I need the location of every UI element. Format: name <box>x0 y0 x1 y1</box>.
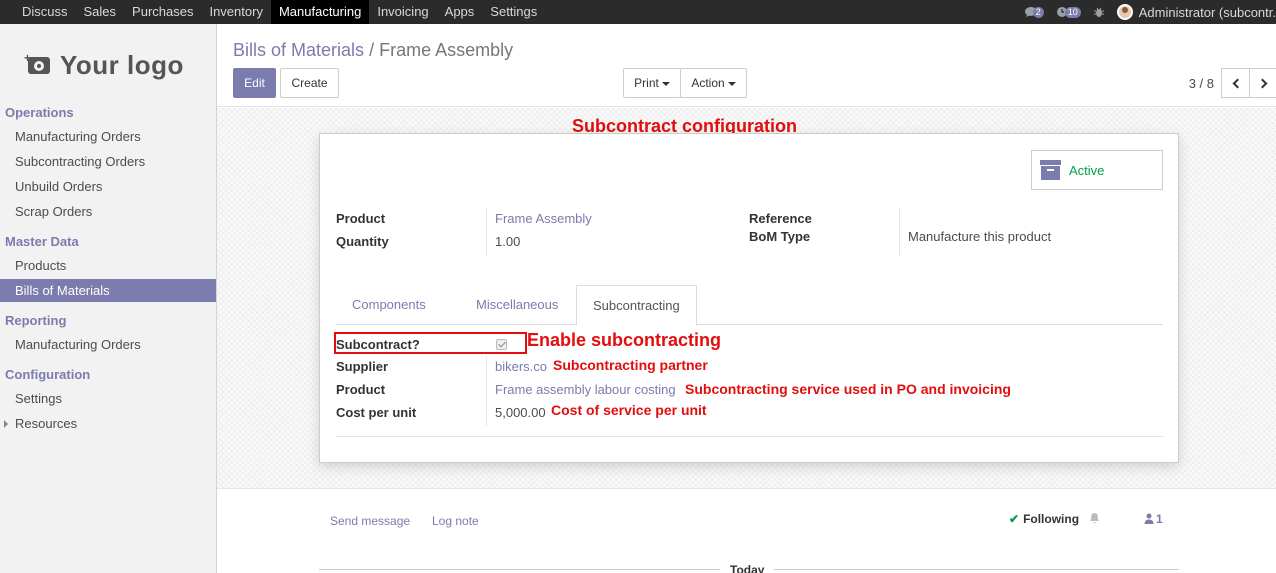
bom-type-field[interactable]: Manufacture this product <box>908 229 1051 244</box>
tab-subcontracting[interactable]: Subcontracting <box>576 285 697 326</box>
sidebar-item-settings[interactable]: Settings <box>0 387 216 410</box>
service-product-field[interactable]: Frame assembly labour costing <box>495 382 676 397</box>
sidebar-heading-master-data[interactable]: Master Data <box>5 234 79 249</box>
action-label: Action <box>691 76 725 90</box>
bug-icon <box>1093 7 1104 17</box>
main-menu: Discuss Sales Purchases Inventory Manufa… <box>0 0 545 24</box>
chatter-divider <box>217 488 1276 489</box>
activity-icon[interactable]: 10 <box>1056 6 1081 18</box>
sidebar-item-scrap-orders[interactable]: Scrap Orders <box>0 200 216 223</box>
sidebar-item-subcontracting-orders[interactable]: Subcontracting Orders <box>0 150 216 173</box>
sidebar-item-label: Resources <box>15 416 78 431</box>
divider <box>336 436 1163 437</box>
sidebar-heading-configuration[interactable]: Configuration <box>5 367 90 382</box>
bell-shape-icon <box>1090 513 1099 524</box>
breadcrumb-separator: / <box>369 40 375 60</box>
quantity-label: Quantity <box>336 234 389 249</box>
sidebar: + Your logo Operations Manufacturing Ord… <box>0 24 217 573</box>
field-divider <box>486 356 487 426</box>
notebook-tabs: Components Miscellaneous Subcontracting <box>336 285 1163 326</box>
systray: 2 10 Administrator (subcontr. <box>1024 0 1276 24</box>
sidebar-item-unbuild-orders[interactable]: Unbuild Orders <box>0 175 216 198</box>
menu-sales[interactable]: Sales <box>76 0 125 24</box>
send-message-button[interactable]: Send message <box>330 514 410 528</box>
form-sheet: Active Product Frame Assembly Quantity 1… <box>319 133 1179 463</box>
edit-button[interactable]: Edit <box>233 68 276 98</box>
field-divider <box>899 208 900 256</box>
status-label: Active <box>1069 162 1105 178</box>
sidebar-item-bills-of-materials[interactable]: Bills of Materials <box>0 279 216 302</box>
top-navbar: Discuss Sales Purchases Inventory Manufa… <box>0 0 1276 24</box>
user-menu[interactable]: Administrator (subcontr. <box>1116 4 1276 20</box>
menu-inventory[interactable]: Inventory <box>201 0 270 24</box>
product-field[interactable]: Frame Assembly <box>495 211 592 226</box>
pager-value[interactable]: 3 / 8 <box>1189 76 1214 91</box>
create-button[interactable]: Create <box>280 68 339 98</box>
chevron-down-icon <box>727 81 736 86</box>
print-dropdown[interactable]: Print <box>623 68 681 98</box>
supplier-label: Supplier <box>336 359 389 374</box>
annotation-enable: Enable subcontracting <box>527 330 722 350</box>
company-logo[interactable]: + Your logo <box>24 50 184 81</box>
annotation-service: Subcontracting service used in PO and in… <box>685 381 1011 397</box>
supplier-field[interactable]: bikers.co <box>495 359 547 374</box>
sidebar-item-reporting-manufacturing-orders[interactable]: Manufacturing Orders <box>0 333 216 356</box>
user-name: Administrator (subcontr. <box>1138 4 1276 20</box>
bell-icon[interactable] <box>1089 512 1100 527</box>
annotation-partner: Subcontracting partner <box>553 357 708 373</box>
sidebar-item-resources[interactable]: Resources <box>0 412 216 435</box>
reference-label: Reference <box>749 211 812 226</box>
sidebar-heading-reporting[interactable]: Reporting <box>5 313 66 328</box>
menu-purchases[interactable]: Purchases <box>124 0 201 24</box>
tab-miscellaneous[interactable]: Miscellaneous <box>460 285 574 325</box>
sidebar-item-manufacturing-orders[interactable]: Manufacturing Orders <box>0 125 216 148</box>
annotation-cost: Cost of service per unit <box>551 402 707 418</box>
chevron-left-icon <box>1232 78 1242 88</box>
sidebar-item-products[interactable]: Products <box>0 254 216 277</box>
date-separator-today: Today <box>720 563 775 573</box>
menu-manufacturing[interactable]: Manufacturing <box>270 0 370 24</box>
bom-type-label: BoM Type <box>749 229 811 244</box>
field-divider <box>486 208 487 256</box>
menu-invoicing[interactable]: Invoicing <box>369 0 436 24</box>
cost-label: Cost per unit <box>336 405 417 420</box>
check-icon: ✔ <box>1009 512 1020 526</box>
archive-icon <box>1040 160 1061 180</box>
product-label: Product <box>336 211 386 226</box>
caret-right-icon <box>4 420 8 428</box>
log-note-button[interactable]: Log note <box>432 514 479 528</box>
followers-count: 1 <box>1156 512 1163 526</box>
chat-badge: 2 <box>1032 6 1044 18</box>
breadcrumb-parent[interactable]: Bills of Materials <box>233 40 364 60</box>
followers-button[interactable]: 1 <box>1144 512 1163 526</box>
active-toggle-button[interactable]: Active <box>1031 150 1163 190</box>
avatar <box>1116 4 1133 20</box>
user-icon <box>1144 513 1154 524</box>
quantity-field[interactable]: 1.00 <box>495 234 520 249</box>
tab-components[interactable]: Components <box>336 285 442 325</box>
logo-text: Your logo <box>60 50 184 80</box>
chevron-right-icon <box>1257 78 1267 88</box>
camera-icon: + <box>24 51 50 74</box>
pager-previous-button[interactable] <box>1221 68 1250 98</box>
print-label: Print <box>634 76 659 90</box>
sidebar-heading-operations[interactable]: Operations <box>5 105 74 120</box>
subcontract-checkbox[interactable] <box>496 339 507 350</box>
menu-settings[interactable]: Settings <box>482 0 545 24</box>
action-dropdown[interactable]: Action <box>680 68 747 98</box>
breadcrumb-current: Frame Assembly <box>379 40 514 60</box>
debug-bug-icon[interactable] <box>1093 6 1105 18</box>
chevron-down-icon <box>661 81 670 86</box>
control-panel: Bills of Materials / Frame Assembly Edit… <box>217 24 1276 107</box>
menu-apps[interactable]: Apps <box>437 0 483 24</box>
service-product-label: Product <box>336 382 386 397</box>
cost-field[interactable]: 5,000.00 <box>495 405 546 420</box>
menu-discuss[interactable]: Discuss <box>0 0 76 24</box>
following-button[interactable]: ✔ Following <box>1009 512 1079 526</box>
chat-icon[interactable]: 2 <box>1024 6 1044 18</box>
activity-badge: 10 <box>1064 6 1081 18</box>
following-label: Following <box>1023 512 1080 526</box>
pager-next-button[interactable] <box>1249 68 1276 98</box>
breadcrumb: Bills of Materials / Frame Assembly <box>233 40 513 61</box>
